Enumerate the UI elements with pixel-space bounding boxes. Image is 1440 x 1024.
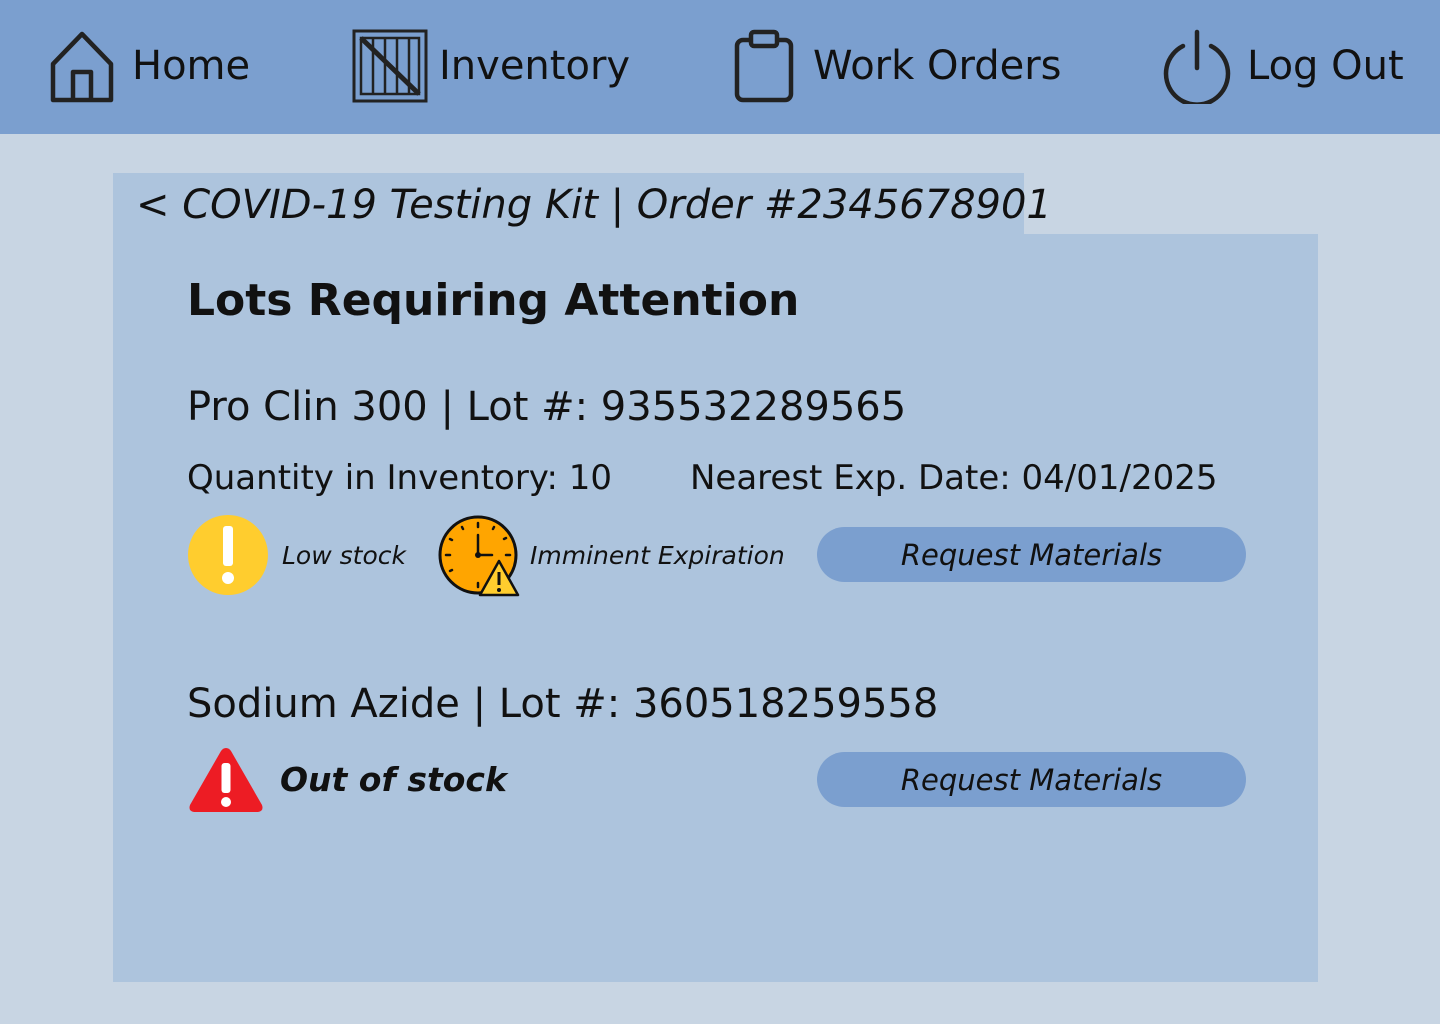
home-icon (48, 28, 116, 104)
nav-log-out-label: Log Out (1247, 43, 1404, 89)
exclamation-icon (187, 514, 269, 600)
nav-home-label: Home (132, 43, 251, 89)
crate-icon (351, 28, 429, 104)
clock-warning-icon (438, 515, 522, 603)
nav-work-orders[interactable]: Work Orders (733, 28, 1062, 104)
status-out-of-stock: Out of stock (280, 760, 507, 799)
request-materials-button[interactable]: Request Materials (817, 752, 1246, 807)
nav-log-out[interactable]: Log Out (1163, 28, 1404, 104)
nav-inventory[interactable]: Inventory (351, 28, 630, 104)
lot-title: Sodium Azide | Lot #: 360518259558 (187, 681, 939, 727)
power-icon (1163, 28, 1231, 104)
section-title: Lots Requiring Attention (187, 275, 800, 326)
alert-triangle-icon (187, 745, 265, 819)
request-materials-button[interactable]: Request Materials (817, 527, 1246, 582)
nav-inventory-label: Inventory (439, 43, 631, 89)
nav-work-orders-label: Work Orders (813, 43, 1062, 89)
lot-title: Pro Clin 300 | Lot #: 935532289565 (187, 384, 907, 430)
nav-home[interactable]: Home (48, 28, 250, 104)
quantity-text: Quantity in Inventory: 10 (187, 458, 612, 498)
status-imminent-expiration: Imminent Expiration (530, 541, 785, 570)
lots-panel (113, 234, 1318, 982)
top-nav-bar: Home Inventory Work Orders Log Out (0, 0, 1440, 134)
clipboard-icon (733, 28, 795, 104)
breadcrumb[interactable]: < COVID-19 Testing Kit | Order #23456789… (136, 178, 1052, 232)
status-low-stock: Low stock (282, 541, 406, 570)
expiration-text: Nearest Exp. Date: 04/01/2025 (690, 458, 1218, 498)
